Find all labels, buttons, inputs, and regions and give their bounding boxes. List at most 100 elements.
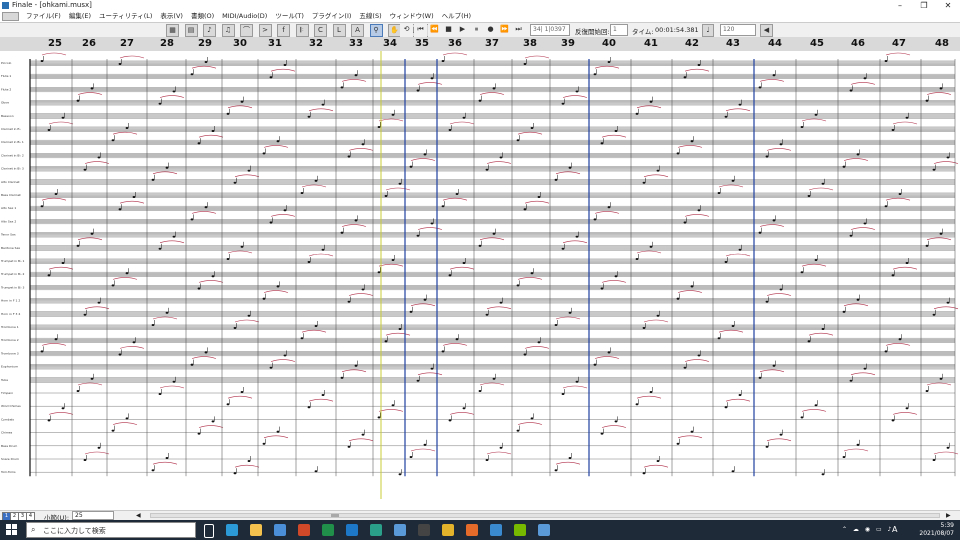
rewind-start-icon[interactable]: ⏮ bbox=[414, 24, 427, 37]
measure-number-25[interactable]: 25 bbox=[48, 38, 62, 49]
menu-midi-audio[interactable]: MIDI/Audio(D) bbox=[218, 11, 271, 22]
measure-number-38[interactable]: 38 bbox=[523, 38, 537, 49]
measure-number-46[interactable]: 46 bbox=[851, 38, 865, 49]
measure-number-45[interactable]: 45 bbox=[810, 38, 824, 49]
file-explorer-icon[interactable] bbox=[250, 524, 262, 536]
measure-number-27[interactable]: 27 bbox=[120, 38, 134, 49]
simple-entry-tool-icon[interactable]: ♪ bbox=[203, 24, 216, 37]
menu-edit[interactable]: 編集(E) bbox=[65, 11, 95, 22]
menu-document[interactable]: 書類(O) bbox=[187, 11, 218, 22]
restore-button[interactable]: ❐ bbox=[912, 0, 936, 11]
menu-window[interactable]: ウィンドウ(W) bbox=[386, 11, 438, 22]
speaker-icon[interactable]: ◀ bbox=[760, 24, 773, 37]
finale-active-icon[interactable] bbox=[538, 524, 550, 536]
record-icon[interactable]: ● bbox=[484, 24, 497, 37]
speedy-entry-tool-icon[interactable]: ♫ bbox=[221, 24, 235, 37]
remote-desktop-icon[interactable] bbox=[490, 524, 502, 536]
note-head bbox=[814, 113, 818, 116]
smart-shape-tool-icon[interactable]: ⌒ bbox=[240, 24, 253, 37]
measure-number-37[interactable]: 37 bbox=[485, 38, 499, 49]
store-icon[interactable] bbox=[226, 524, 238, 536]
menu-view[interactable]: 表示(V) bbox=[156, 11, 187, 22]
measure-number-26[interactable]: 26 bbox=[82, 38, 96, 49]
measure-number-29[interactable]: 29 bbox=[198, 38, 212, 49]
loop-icon[interactable]: ⟲ bbox=[400, 24, 413, 37]
play-icon[interactable]: ▶ bbox=[456, 24, 469, 37]
note-head bbox=[600, 287, 604, 290]
lyrics-tool-icon[interactable]: L bbox=[332, 24, 346, 37]
nvidia-icon[interactable] bbox=[514, 524, 526, 536]
edge-legacy-icon[interactable] bbox=[346, 524, 358, 536]
chrome-icon[interactable] bbox=[442, 524, 454, 536]
powerpoint-icon[interactable] bbox=[298, 524, 310, 536]
scrollbar-thumb[interactable] bbox=[331, 514, 339, 517]
menu-plugins[interactable]: プラグイン(I) bbox=[308, 11, 356, 22]
ime-indicator[interactable]: A bbox=[892, 525, 897, 534]
menu-staff[interactable]: 五線(S) bbox=[355, 11, 385, 22]
measure-number-34[interactable]: 34 bbox=[383, 38, 397, 49]
measure-number-48[interactable]: 48 bbox=[935, 38, 949, 49]
articulation-tool-icon[interactable]: > bbox=[258, 24, 272, 37]
photos-icon[interactable] bbox=[274, 524, 286, 536]
system-tray-icons[interactable]: ⌃ ☁ ◉ ▭ ♪ bbox=[842, 526, 893, 533]
slur bbox=[684, 214, 710, 217]
expression-tool-icon[interactable]: f bbox=[277, 24, 290, 37]
slur bbox=[348, 438, 374, 442]
note-head bbox=[884, 350, 888, 353]
repeat-tool-icon[interactable]: 𝄆 bbox=[295, 24, 309, 37]
windows-start-icon[interactable] bbox=[6, 524, 18, 536]
measure-number-28[interactable]: 28 bbox=[160, 38, 174, 49]
menu-utilities[interactable]: ユーティリティ(L) bbox=[95, 11, 156, 22]
chord-tool-icon[interactable]: C bbox=[314, 24, 327, 37]
horizontal-scrollbar[interactable] bbox=[150, 513, 940, 518]
tempo-field[interactable]: 120 bbox=[720, 24, 756, 36]
clock[interactable]: 5:39 2021/08/07 bbox=[919, 522, 954, 538]
measure-number-32[interactable]: 32 bbox=[309, 38, 323, 49]
staff-tool-icon[interactable]: ▤ bbox=[184, 24, 198, 37]
stop-icon[interactable]: ■ bbox=[442, 24, 455, 37]
measure-number-39[interactable]: 39 bbox=[561, 38, 575, 49]
score-view[interactable]: Piccolo Flute 1 Flute 2 Oboe Bassoon Clarinet… bbox=[0, 51, 960, 499]
task-view-icon[interactable] bbox=[204, 524, 214, 538]
instrument-label: Baritone Sax bbox=[1, 246, 20, 250]
minimize-button[interactable]: – bbox=[888, 0, 912, 11]
edge-icon[interactable] bbox=[370, 524, 382, 536]
note-duration-icon[interactable]: ♩ bbox=[702, 24, 714, 37]
measure-number-30[interactable]: 30 bbox=[233, 38, 247, 49]
scroll-right-icon[interactable]: ▶ bbox=[946, 512, 951, 519]
slur bbox=[843, 448, 869, 452]
menu-tools[interactable]: ツール(T) bbox=[271, 11, 308, 22]
document-icon[interactable] bbox=[2, 12, 19, 21]
close-button[interactable]: ✕ bbox=[936, 0, 960, 11]
note-head bbox=[347, 155, 351, 158]
menu-help[interactable]: ヘルプ(H) bbox=[438, 11, 475, 22]
zoom-tool-icon[interactable]: ⚲ bbox=[369, 24, 383, 37]
measure-number-44[interactable]: 44 bbox=[768, 38, 782, 49]
menu-file[interactable]: ファイル(F) bbox=[22, 11, 65, 22]
excel-icon[interactable] bbox=[322, 524, 334, 536]
measure-number-35[interactable]: 35 bbox=[415, 38, 429, 49]
measure-number-36[interactable]: 36 bbox=[448, 38, 462, 49]
measure-number-42[interactable]: 42 bbox=[685, 38, 699, 49]
measure-number-33[interactable]: 33 bbox=[349, 38, 363, 49]
finale-icon[interactable] bbox=[394, 524, 406, 536]
slur bbox=[152, 171, 178, 175]
measure-number-47[interactable]: 47 bbox=[892, 38, 906, 49]
measure-input[interactable]: 25 bbox=[72, 511, 114, 520]
measure-number-31[interactable]: 31 bbox=[268, 38, 282, 49]
terminal-icon[interactable] bbox=[418, 524, 430, 536]
measure-number-40[interactable]: 40 bbox=[602, 38, 616, 49]
repeat-field[interactable]: 1 bbox=[610, 24, 628, 36]
forward-end-icon[interactable]: ⏭ bbox=[512, 24, 525, 37]
measure-number-43[interactable]: 43 bbox=[726, 38, 740, 49]
selection-tool-icon[interactable]: ▦ bbox=[166, 24, 179, 37]
scroll-left-icon[interactable]: ◀ bbox=[136, 512, 141, 519]
measure-position-field[interactable]: 34| 1|0397 bbox=[530, 24, 570, 36]
fast-forward-icon[interactable]: ⏩ bbox=[498, 24, 511, 37]
rewind-icon[interactable]: ⏪ bbox=[428, 24, 441, 37]
pause-icon[interactable]: ⏸ bbox=[470, 24, 483, 37]
taskbar-search[interactable]: ⌕ ここに入力して検索 bbox=[26, 522, 196, 538]
measure-number-41[interactable]: 41 bbox=[644, 38, 658, 49]
firefox-icon[interactable] bbox=[466, 524, 478, 536]
text-tool-icon[interactable]: A bbox=[351, 24, 364, 37]
